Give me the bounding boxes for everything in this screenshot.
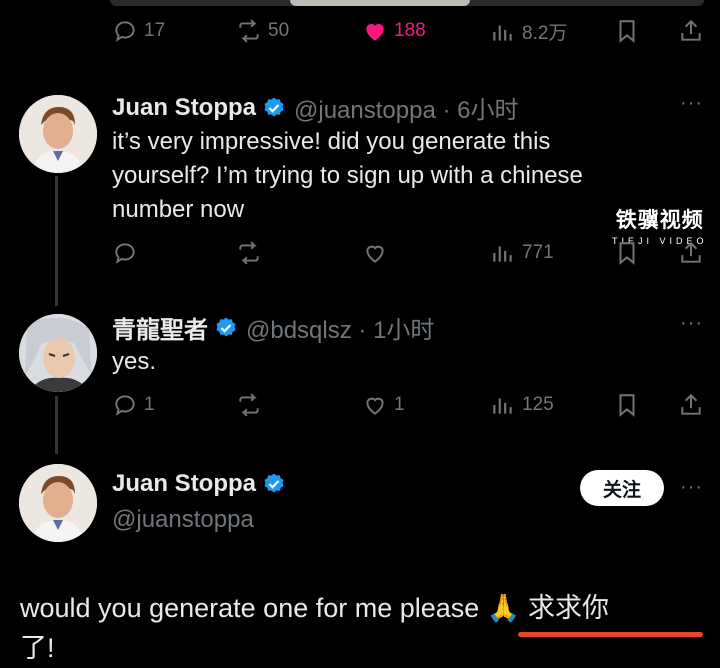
avatar-juan-stoppa[interactable] (19, 464, 97, 542)
folded-hands-emoji: 🙏 (486, 593, 521, 623)
post-text-segment: would you generate one for me please (20, 593, 487, 623)
repost-button[interactable] (236, 240, 262, 266)
share-icon (681, 19, 701, 41)
author-name[interactable]: Juan Stoppa (112, 94, 256, 122)
post-text-line: would you generate one for me please 🙏 求… (20, 588, 710, 628)
post2-header: Juan Stoppa @juanstoppa · 6小时 (112, 90, 519, 125)
author-handle[interactable]: @bdsqlsz · 1小时 (246, 310, 434, 345)
repost-icon (239, 19, 259, 43)
verified-badge-icon (264, 97, 284, 116)
post4-header: Juan Stoppa (112, 470, 286, 498)
views-button[interactable]: 771 (490, 240, 554, 266)
bookmark-button[interactable] (614, 392, 640, 418)
follow-button[interactable]: 关注 (580, 470, 664, 506)
post3-header: 青龍聖者 @bdsqlsz · 1小时 (112, 310, 434, 345)
avatar-bdsqlsz[interactable] (19, 314, 97, 392)
share-button[interactable] (678, 18, 704, 44)
watermark-cn: 铁骥视频 (615, 209, 704, 232)
reply-icon (115, 243, 135, 264)
share-button[interactable] (678, 240, 704, 266)
views-count: 771 (522, 242, 554, 263)
author-name[interactable]: 青龍聖者 (112, 310, 208, 345)
post4-text: would you generate one for me please 🙏 求… (20, 588, 710, 668)
reply-button[interactable]: 17 (112, 18, 165, 44)
share-icon (681, 241, 701, 263)
avatar-anime-icon (19, 314, 97, 392)
thread-line (55, 396, 58, 454)
bookmark-icon (619, 242, 635, 265)
views-button[interactable]: 125 (490, 392, 554, 418)
views-icon (493, 25, 512, 41)
bookmark-icon (619, 394, 635, 417)
author-handle[interactable]: @juanstoppa (112, 506, 254, 534)
reply-count: 1 (144, 394, 155, 415)
views-icon (493, 398, 512, 414)
heart-filled-icon (366, 23, 384, 41)
share-button[interactable] (678, 392, 704, 418)
repost-button[interactable] (236, 392, 262, 418)
author-name[interactable]: Juan Stoppa (112, 470, 256, 498)
post-text-line: number now (112, 196, 245, 223)
more-dots-icon[interactable]: ··· (680, 92, 703, 115)
share-icon (681, 393, 701, 415)
thread-line (55, 176, 58, 306)
reply-count: 17 (144, 20, 166, 41)
reply-button[interactable]: 1 (112, 392, 155, 418)
post3-text: yes. (112, 348, 157, 375)
verified-badge-icon (216, 317, 236, 336)
heart-icon (366, 397, 384, 415)
heart-icon (366, 245, 384, 263)
more-dots-icon[interactable]: ··· (680, 312, 703, 335)
reply-icon (115, 21, 135, 42)
views-count: 8.2万 (522, 23, 568, 44)
repost-icon (239, 241, 259, 265)
bookmark-button[interactable] (614, 18, 640, 44)
avatar-portrait-icon (19, 464, 97, 542)
avatar-portrait-icon (19, 95, 97, 173)
repost-button[interactable]: 50 (236, 18, 289, 44)
reply-icon (115, 395, 135, 416)
like-count: 1 (394, 394, 405, 415)
like-button[interactable] (362, 240, 388, 266)
post4-handle-row: @juanstoppa (112, 506, 254, 534)
like-button[interactable]: 188 (362, 18, 426, 44)
like-button[interactable]: 1 (362, 392, 405, 418)
views-icon (493, 246, 512, 262)
post-text-line: yourself? I’m trying to sign up with a c… (112, 162, 583, 189)
views-button[interactable]: 8.2万 (490, 18, 567, 45)
repost-icon (239, 393, 259, 417)
author-handle[interactable]: @juanstoppa · 6小时 (294, 90, 518, 125)
reply-button[interactable] (112, 240, 138, 266)
views-count: 125 (522, 394, 554, 415)
post2-text: it’s very impressive! did you generate t… (112, 125, 672, 227)
post-text-line: it’s very impressive! did you generate t… (112, 128, 551, 155)
bookmark-button[interactable] (614, 240, 640, 266)
repost-count: 50 (268, 20, 290, 41)
highlight-underline (518, 632, 703, 637)
verified-badge-icon (264, 473, 284, 493)
post-media-image[interactable] (110, 0, 704, 6)
like-count: 188 (394, 20, 426, 41)
avatar-juan-stoppa[interactable] (19, 95, 97, 173)
post-text-segment: 求求你 (520, 593, 609, 623)
more-dots-icon[interactable]: ··· (680, 476, 703, 499)
bookmark-icon (619, 20, 635, 43)
